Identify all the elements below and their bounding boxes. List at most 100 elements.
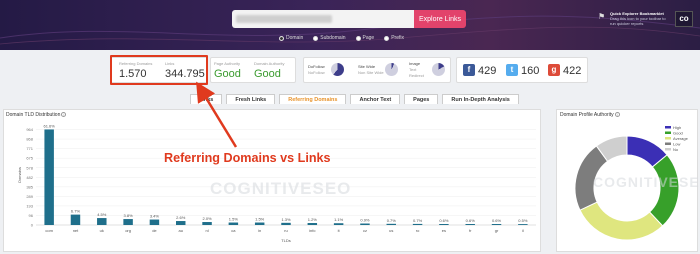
tab-anchor-text[interactable]: Anchor Text	[350, 94, 401, 104]
x-tick-label: gr	[495, 228, 499, 233]
tab-fresh-links[interactable]: Fresh Links	[226, 94, 276, 104]
legend-swatch	[665, 126, 671, 129]
x-tick-label: us	[389, 228, 393, 233]
domain-authority-panel: Domain Profile Authority i High Good Averag…	[556, 109, 700, 252]
x-tick-label: fr	[469, 228, 472, 233]
bar-value-label: 0.6%	[439, 218, 449, 223]
x-axis-title: TLDs	[281, 238, 291, 243]
sitewide-gauge	[385, 63, 398, 76]
bar-net	[70, 214, 81, 225]
bar-value-label: 0.5%	[518, 218, 528, 223]
bar-value-label: 2.6%	[176, 215, 186, 220]
authority-metric-card: Page Authority Good Domain Authority Goo…	[210, 57, 296, 83]
bar-org	[123, 219, 133, 225]
blurred-url	[236, 15, 332, 23]
redirect-label: Redirect	[409, 73, 424, 78]
x-tick-label: it	[338, 228, 341, 233]
legend-swatch	[665, 137, 671, 140]
tab-referring-domains[interactable]: Referring Domains	[279, 94, 347, 104]
bar-in	[254, 222, 265, 225]
slice-average	[579, 201, 664, 241]
y-tick-label: 771	[26, 146, 33, 151]
x-tick-label: uk	[100, 228, 104, 233]
y-tick-label: 193	[26, 203, 33, 208]
watermark: COGNITIVESEO	[593, 174, 700, 190]
x-tick-label: com	[45, 228, 53, 233]
bar-value-label: 0.7%	[413, 218, 423, 223]
highlight-frame	[110, 55, 208, 85]
y-tick-label: 964	[26, 127, 33, 132]
x-tick-label: org	[125, 228, 131, 233]
page-authority-label: Page Authority	[214, 61, 241, 66]
bar-il	[518, 224, 528, 225]
sitewide-label: Site Wide	[358, 64, 376, 69]
bar-value-label: 1.1%	[334, 217, 344, 222]
x-tick-label: ca	[231, 228, 236, 233]
bar-value-label: 1.3%	[281, 217, 291, 222]
bar-it	[333, 223, 344, 225]
explore-links-button[interactable]: Explore Links	[414, 10, 466, 28]
bar-value-label: 3.8%	[124, 213, 134, 218]
bar-cz	[360, 223, 370, 225]
radio-unchecked-icon	[384, 35, 390, 41]
page-authority-value: Good	[214, 68, 241, 80]
bar-value-label: 1.2%	[308, 217, 318, 222]
x-tick-label: in	[258, 228, 261, 233]
bar-ro	[412, 223, 423, 225]
tab-bar: Links Fresh Links Referring Domains Anch…	[190, 94, 519, 104]
legend-label: High	[673, 125, 681, 130]
x-tick-label: ro	[416, 228, 420, 233]
link-type-metric-card: DoFollow NoFollow Site Wide Non Site Wid…	[303, 57, 451, 83]
x-tick-label: de	[152, 228, 157, 233]
bar-us	[386, 223, 396, 225]
tld-distribution-panel: Domain TLD Distribution i 0 96 193 289 385 482…	[3, 109, 541, 252]
x-tick-label: au	[179, 228, 183, 233]
cognitiveseo-logo[interactable]: co	[675, 11, 693, 27]
bookmark-icon[interactable]: ⚑	[598, 12, 605, 21]
tab-pages[interactable]: Pages	[404, 94, 439, 104]
bar-uk	[97, 218, 107, 225]
bar-value-label: 4.5%	[97, 212, 107, 217]
google-plus-count: 422	[563, 65, 582, 77]
x-tick-label: cz	[363, 228, 367, 233]
scope-radio-page[interactable]: Page	[355, 35, 374, 41]
scope-radio-prefix[interactable]: Prefix	[384, 35, 404, 41]
scope-label-domain: Domain	[286, 35, 304, 41]
bar-com	[44, 129, 54, 225]
x-tick-label: nl	[205, 228, 208, 233]
bar-nl	[202, 222, 212, 225]
legend-swatch	[665, 142, 671, 145]
twitter-count: 160	[521, 65, 540, 77]
bar-ca	[228, 222, 239, 225]
legend-label: No	[673, 147, 679, 152]
x-tick-label: ru	[284, 228, 288, 233]
scope-radio-domain[interactable]: Domain	[279, 35, 303, 41]
watermark: COGNITIVESEO	[210, 179, 352, 198]
legend-swatch	[665, 131, 671, 134]
y-tick-label: 289	[26, 194, 33, 199]
domain-authority-value: Good	[254, 68, 281, 80]
bar-value-label: 1.5%	[229, 217, 239, 222]
x-tick-label: info	[309, 228, 316, 233]
facebook-icon: f	[463, 64, 475, 76]
text-label: Text	[409, 67, 417, 72]
annotation-text: Referring Domains vs Links	[164, 151, 331, 165]
bar-value-label: 6.7%	[71, 209, 81, 214]
bar-gr	[491, 224, 502, 225]
bar-value-label: 2.0%	[202, 216, 212, 221]
slice-good	[648, 154, 680, 227]
bar-es	[439, 224, 449, 225]
bar-ru	[281, 222, 291, 225]
bookmarklet-text: Drag this icon to your toolbar to run qu…	[610, 16, 666, 26]
y-tick-label: 868	[26, 137, 33, 142]
y-tick-label: 96	[29, 213, 34, 218]
scope-radio-group: Domain Subdomain Page Prefix	[279, 35, 404, 41]
tab-run-in-depth-analysis[interactable]: Run In-Depth Analysis	[442, 94, 519, 104]
scope-radio-subdomain[interactable]: Subdomain	[313, 35, 346, 41]
y-axis-title: Domains	[17, 167, 22, 183]
bar-value-label: 0.9%	[360, 218, 370, 223]
y-tick-label: 578	[26, 165, 33, 170]
bar-au	[176, 221, 186, 225]
tab-links[interactable]: Links	[190, 94, 223, 104]
y-tick-label: 482	[26, 175, 33, 180]
